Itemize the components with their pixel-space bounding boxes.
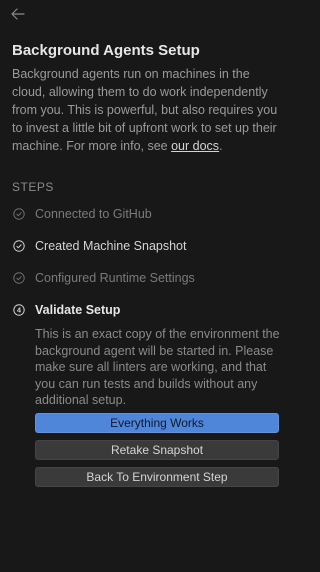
retake-snapshot-button[interactable]: Retake Snapshot: [35, 440, 279, 460]
validate-setup-description: This is an exact copy of the environment…: [35, 327, 280, 407]
step-label: Created Machine Snapshot: [35, 239, 187, 253]
everything-works-button[interactable]: Everything Works: [35, 413, 279, 433]
background-agents-setup-panel: Background Agents Setup Background agent…: [0, 0, 293, 572]
step-label: Validate Setup: [35, 303, 121, 317]
step-validate-setup: 4 Validate Setup: [13, 301, 120, 319]
intro-text: Background agents run on machines in the…: [12, 65, 284, 155]
intro-body: Background agents run on machines in the…: [12, 67, 278, 153]
check-circle-icon: [13, 208, 25, 220]
page-title: Background Agents Setup: [12, 42, 200, 59]
step-connected-github: Connected to GitHub: [13, 205, 152, 223]
intro-suffix: .: [219, 139, 223, 153]
svg-text:4: 4: [17, 306, 22, 315]
back-button[interactable]: [10, 6, 26, 22]
step-label: Connected to GitHub: [35, 207, 152, 221]
step-configured-runtime: Configured Runtime Settings: [13, 269, 195, 287]
check-circle-icon: [13, 272, 25, 284]
step-label: Configured Runtime Settings: [35, 271, 195, 285]
back-to-environment-button[interactable]: Back To Environment Step: [35, 467, 279, 487]
check-circle-icon: [13, 240, 25, 252]
steps-heading: STEPS: [12, 180, 54, 194]
arrow-left-icon: [11, 8, 25, 20]
number-4-circle-icon: 4: [13, 304, 25, 316]
docs-link[interactable]: our docs: [171, 139, 219, 153]
step-created-snapshot: Created Machine Snapshot: [13, 237, 186, 255]
